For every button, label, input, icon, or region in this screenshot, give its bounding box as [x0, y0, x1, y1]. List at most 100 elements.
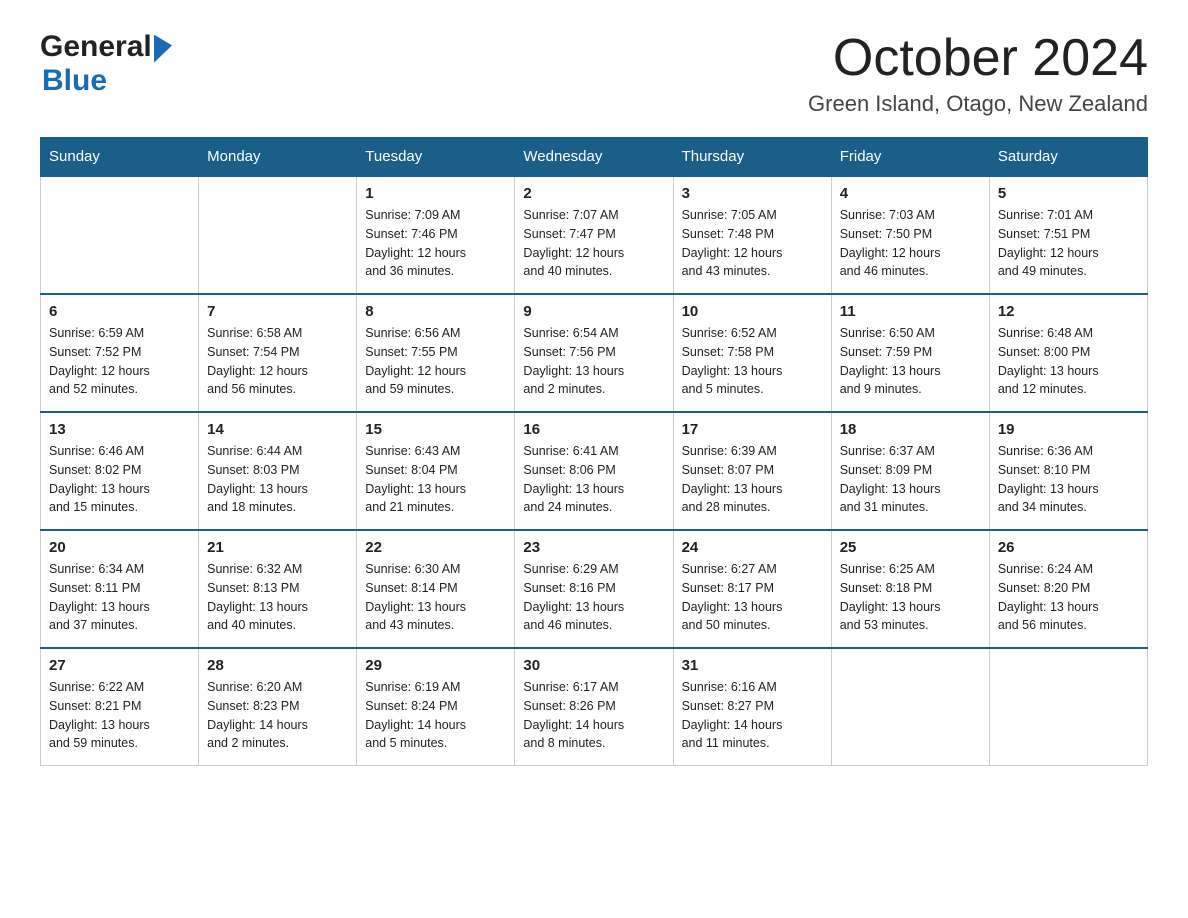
weekday-header-tuesday: Tuesday — [357, 138, 515, 177]
day-number: 23 — [523, 539, 664, 556]
day-number: 30 — [523, 657, 664, 674]
calendar-cell — [199, 176, 357, 294]
day-number: 27 — [49, 657, 190, 674]
logo-general-text: General — [40, 30, 152, 64]
day-number: 1 — [365, 185, 506, 202]
day-number: 8 — [365, 303, 506, 320]
day-info: Sunrise: 6:22 AMSunset: 8:21 PMDaylight:… — [49, 678, 190, 753]
calendar-cell: 15Sunrise: 6:43 AMSunset: 8:04 PMDayligh… — [357, 412, 515, 530]
page-header: General Blue October 2024 Green Island, … — [40, 30, 1148, 117]
calendar-cell: 7 Sunrise: 6:58 AMSunset: 7:54 PMDaylight… — [199, 294, 357, 412]
weekday-header-row: SundayMondayTuesdayWednesdayThursdayFrid… — [41, 138, 1148, 177]
weekday-header-monday: Monday — [199, 138, 357, 177]
title-block: October 2024 Green Island, Otago, New Ze… — [808, 30, 1148, 117]
calendar-cell: 9 Sunrise: 6:54 AMSunset: 7:56 PMDaylight… — [515, 294, 673, 412]
weekday-header-thursday: Thursday — [673, 138, 831, 177]
day-number: 28 — [207, 657, 348, 674]
calendar-cell: 21Sunrise: 6:32 AMSunset: 8:13 PMDayligh… — [199, 530, 357, 648]
calendar-cell: 29Sunrise: 6:19 AMSunset: 8:24 PMDayligh… — [357, 648, 515, 766]
day-info: Sunrise: 6:46 AMSunset: 8:02 PMDaylight:… — [49, 442, 190, 517]
calendar-cell — [41, 176, 199, 294]
calendar-cell: 16Sunrise: 6:41 AMSunset: 8:06 PMDayligh… — [515, 412, 673, 530]
day-info: Sunrise: 6:16 AMSunset: 8:27 PMDaylight:… — [682, 678, 823, 753]
day-info: Sunrise: 6:50 AMSunset: 7:59 PMDaylight:… — [840, 324, 981, 399]
day-number: 26 — [998, 539, 1139, 556]
week-row-3: 20 Sunrise: 6:34 AMSunset: 8:11 PMDayligh… — [41, 530, 1148, 648]
weekday-header-friday: Friday — [831, 138, 989, 177]
day-info: Sunrise: 7:05 AMSunset: 7:48 PMDaylight:… — [682, 206, 823, 281]
calendar-table: SundayMondayTuesdayWednesdayThursdayFrid… — [40, 137, 1148, 766]
location-title: Green Island, Otago, New Zealand — [808, 91, 1148, 117]
day-info: Sunrise: 7:09 AMSunset: 7:46 PMDaylight:… — [365, 206, 506, 281]
calendar-cell: 8 Sunrise: 6:56 AMSunset: 7:55 PMDaylight… — [357, 294, 515, 412]
day-info: Sunrise: 6:54 AMSunset: 7:56 PMDaylight:… — [523, 324, 664, 399]
calendar-cell: 5 Sunrise: 7:01 AMSunset: 7:51 PMDaylight… — [989, 176, 1147, 294]
day-number: 19 — [998, 421, 1139, 438]
weekday-header-sunday: Sunday — [41, 138, 199, 177]
calendar-cell: 26 Sunrise: 6:24 AMSunset: 8:20 PMDayligh… — [989, 530, 1147, 648]
calendar-cell: 17 Sunrise: 6:39 AMSunset: 8:07 PMDayligh… — [673, 412, 831, 530]
day-number: 12 — [998, 303, 1139, 320]
day-info: Sunrise: 6:27 AMSunset: 8:17 PMDaylight:… — [682, 560, 823, 635]
calendar-cell: 10 Sunrise: 6:52 AMSunset: 7:58 PMDayligh… — [673, 294, 831, 412]
calendar-cell: 11Sunrise: 6:50 AMSunset: 7:59 PMDayligh… — [831, 294, 989, 412]
day-info: Sunrise: 6:25 AMSunset: 8:18 PMDaylight:… — [840, 560, 981, 635]
week-row-4: 27 Sunrise: 6:22 AMSunset: 8:21 PMDayligh… — [41, 648, 1148, 766]
weekday-header-saturday: Saturday — [989, 138, 1147, 177]
calendar-cell: 1 Sunrise: 7:09 AMSunset: 7:46 PMDaylight… — [357, 176, 515, 294]
day-number: 21 — [207, 539, 348, 556]
calendar-cell: 31 Sunrise: 6:16 AMSunset: 8:27 PMDayligh… — [673, 648, 831, 766]
day-info: Sunrise: 6:36 AMSunset: 8:10 PMDaylight:… — [998, 442, 1139, 517]
logo-blue-text: Blue — [42, 64, 107, 97]
day-info: Sunrise: 6:58 AMSunset: 7:54 PMDaylight:… — [207, 324, 348, 399]
day-number: 25 — [840, 539, 981, 556]
day-info: Sunrise: 6:52 AMSunset: 7:58 PMDaylight:… — [682, 324, 823, 399]
calendar-cell: 20 Sunrise: 6:34 AMSunset: 8:11 PMDayligh… — [41, 530, 199, 648]
day-number: 5 — [998, 185, 1139, 202]
day-number: 24 — [682, 539, 823, 556]
day-number: 17 — [682, 421, 823, 438]
calendar-cell: 25 Sunrise: 6:25 AMSunset: 8:18 PMDayligh… — [831, 530, 989, 648]
day-info: Sunrise: 6:59 AMSunset: 7:52 PMDaylight:… — [49, 324, 190, 399]
day-info: Sunrise: 6:29 AMSunset: 8:16 PMDaylight:… — [523, 560, 664, 635]
day-info: Sunrise: 6:30 AMSunset: 8:14 PMDaylight:… — [365, 560, 506, 635]
day-number: 2 — [523, 185, 664, 202]
day-info: Sunrise: 7:01 AMSunset: 7:51 PMDaylight:… — [998, 206, 1139, 281]
calendar-cell: 22 Sunrise: 6:30 AMSunset: 8:14 PMDayligh… — [357, 530, 515, 648]
day-number: 7 — [207, 303, 348, 320]
logo-arrow-icon — [154, 31, 172, 62]
day-number: 4 — [840, 185, 981, 202]
calendar-cell: 13Sunrise: 6:46 AMSunset: 8:02 PMDayligh… — [41, 412, 199, 530]
day-number: 9 — [523, 303, 664, 320]
calendar-cell: 3 Sunrise: 7:05 AMSunset: 7:48 PMDaylight… — [673, 176, 831, 294]
day-number: 10 — [682, 303, 823, 320]
day-number: 22 — [365, 539, 506, 556]
calendar-cell: 18Sunrise: 6:37 AMSunset: 8:09 PMDayligh… — [831, 412, 989, 530]
day-number: 20 — [49, 539, 190, 556]
day-info: Sunrise: 6:24 AMSunset: 8:20 PMDaylight:… — [998, 560, 1139, 635]
calendar-cell: 6 Sunrise: 6:59 AMSunset: 7:52 PMDaylight… — [41, 294, 199, 412]
day-number: 3 — [682, 185, 823, 202]
day-number: 31 — [682, 657, 823, 674]
day-info: Sunrise: 7:03 AMSunset: 7:50 PMDaylight:… — [840, 206, 981, 281]
day-number: 29 — [365, 657, 506, 674]
week-row-1: 6 Sunrise: 6:59 AMSunset: 7:52 PMDaylight… — [41, 294, 1148, 412]
day-number: 6 — [49, 303, 190, 320]
day-info: Sunrise: 6:44 AMSunset: 8:03 PMDaylight:… — [207, 442, 348, 517]
day-info: Sunrise: 6:39 AMSunset: 8:07 PMDaylight:… — [682, 442, 823, 517]
calendar-cell: 24 Sunrise: 6:27 AMSunset: 8:17 PMDayligh… — [673, 530, 831, 648]
day-info: Sunrise: 7:07 AMSunset: 7:47 PMDaylight:… — [523, 206, 664, 281]
calendar-cell: 14 Sunrise: 6:44 AMSunset: 8:03 PMDayligh… — [199, 412, 357, 530]
day-number: 16 — [523, 421, 664, 438]
day-number: 14 — [207, 421, 348, 438]
week-row-0: 1 Sunrise: 7:09 AMSunset: 7:46 PMDaylight… — [41, 176, 1148, 294]
calendar-cell: 23 Sunrise: 6:29 AMSunset: 8:16 PMDayligh… — [515, 530, 673, 648]
calendar-cell: 30Sunrise: 6:17 AMSunset: 8:26 PMDayligh… — [515, 648, 673, 766]
day-info: Sunrise: 6:56 AMSunset: 7:55 PMDaylight:… — [365, 324, 506, 399]
calendar-cell — [989, 648, 1147, 766]
calendar-cell: 12 Sunrise: 6:48 AMSunset: 8:00 PMDayligh… — [989, 294, 1147, 412]
day-info: Sunrise: 6:34 AMSunset: 8:11 PMDaylight:… — [49, 560, 190, 635]
weekday-header-wednesday: Wednesday — [515, 138, 673, 177]
day-info: Sunrise: 6:20 AMSunset: 8:23 PMDaylight:… — [207, 678, 348, 753]
day-info: Sunrise: 6:48 AMSunset: 8:00 PMDaylight:… — [998, 324, 1139, 399]
